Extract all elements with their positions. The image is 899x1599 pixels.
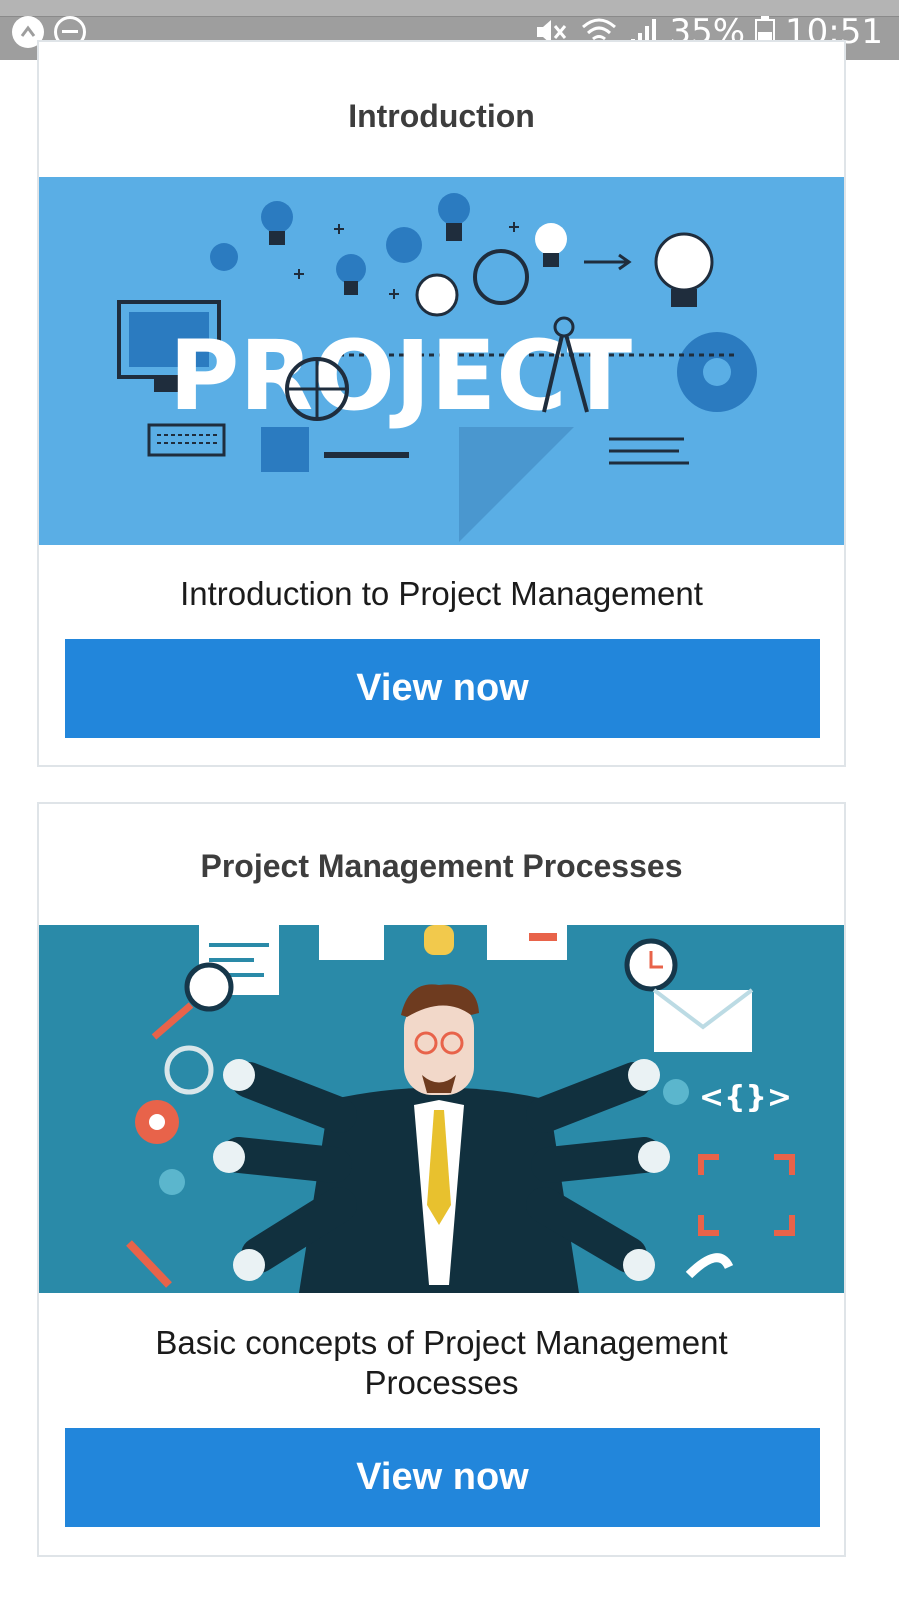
view-now-button[interactable]: View now xyxy=(65,1428,820,1527)
course-card-processes: Project Management Processes <{}> Basic … xyxy=(37,802,846,1557)
card-title: Introduction xyxy=(348,98,535,134)
card-description: Basic concepts of Project Management Pro… xyxy=(155,1324,728,1401)
project-banner-image: PROJECT xyxy=(39,177,844,545)
svg-text:<{}>: <{}> xyxy=(699,1080,792,1115)
course-card-introduction: Introduction PROJECT Introduction to Pro… xyxy=(37,40,846,767)
view-now-button[interactable]: View now xyxy=(65,639,820,738)
multitasking-manager-illustration: <{}> xyxy=(126,925,795,1293)
card-description: Introduction to Project Management xyxy=(180,575,703,612)
card-title: Project Management Processes xyxy=(200,848,683,884)
processes-banner-image: <{}> xyxy=(39,925,844,1293)
project-illustration: PROJECT xyxy=(117,193,757,542)
